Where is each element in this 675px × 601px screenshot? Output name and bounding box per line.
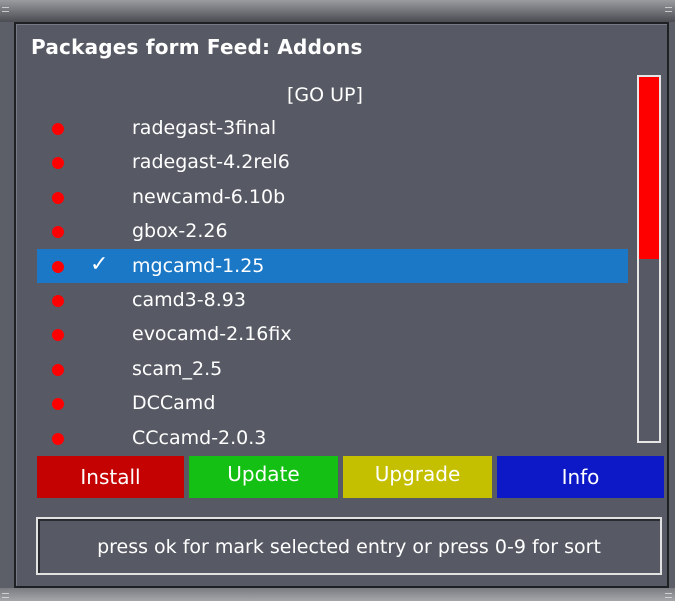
frame-corner-mark bbox=[2, 7, 9, 12]
list-item[interactable]: DCCamd bbox=[37, 386, 628, 420]
go-up-item[interactable]: [GO UP] bbox=[287, 82, 363, 108]
list-item-label: camd3-8.93 bbox=[132, 289, 246, 311]
status-dot-icon bbox=[52, 295, 64, 307]
list-item[interactable]: radegast-4.2rel6 bbox=[37, 145, 628, 179]
list-item-label: gbox-2.26 bbox=[132, 220, 228, 243]
window-bottom-frame bbox=[0, 588, 675, 601]
list-item[interactable]: radegast-3final bbox=[37, 111, 628, 145]
status-dot-icon bbox=[52, 191, 64, 204]
list-item-label: evocamd-2.16fix bbox=[132, 323, 292, 346]
status-dot-icon bbox=[52, 398, 64, 411]
checkmark-icon: ✓ bbox=[90, 251, 109, 277]
scrollbar-thumb[interactable] bbox=[639, 77, 659, 259]
info-button[interactable]: Info bbox=[497, 456, 664, 498]
update-button[interactable]: Update bbox=[189, 456, 338, 498]
list-item[interactable]: camd3-8.93 bbox=[37, 283, 628, 317]
list-item[interactable]: evocamd-2.16fix bbox=[37, 317, 628, 351]
list-item[interactable]: gbox-2.26 bbox=[37, 214, 628, 248]
frame-corner-mark bbox=[665, 7, 672, 12]
list-item-label: DCCamd bbox=[132, 392, 216, 415]
status-dot-icon bbox=[52, 157, 64, 170]
page-title: Packages form Feed: Addons bbox=[31, 35, 363, 59]
upgrade-button[interactable]: Upgrade bbox=[343, 456, 492, 498]
list-item-label: radegast-3final bbox=[132, 117, 277, 139]
status-dot-icon bbox=[52, 123, 64, 135]
list-item[interactable]: newcamd-6.10b bbox=[37, 180, 628, 214]
list-item[interactable]: scam_2.5 bbox=[37, 352, 628, 386]
frame-corner-mark bbox=[2, 593, 9, 598]
list-item[interactable]: CCcamd-2.0.3 bbox=[37, 421, 628, 455]
list-item-label: mgcamd-1.25 bbox=[132, 254, 265, 277]
list-item[interactable]: ✓ mgcamd-1.25 bbox=[37, 248, 628, 283]
list-item-label: newcamd-6.10b bbox=[132, 185, 286, 208]
list-item-label: CCcamd-2.0.3 bbox=[132, 426, 267, 449]
scrollbar[interactable] bbox=[637, 75, 661, 443]
list-item-label: radegast-4.2rel6 bbox=[132, 151, 290, 174]
install-button[interactable]: Install bbox=[37, 456, 184, 498]
status-dot-icon bbox=[52, 226, 64, 239]
frame-corner-mark bbox=[665, 593, 672, 598]
status-dot-icon bbox=[52, 363, 64, 376]
status-dot-icon bbox=[52, 432, 64, 445]
status-box: press ok for mark selected entry or pres… bbox=[36, 517, 662, 575]
list-item-label: scam_2.5 bbox=[132, 357, 223, 380]
status-dot-icon bbox=[52, 329, 64, 342]
window-top-frame bbox=[0, 0, 675, 22]
status-dot-icon bbox=[52, 260, 64, 273]
status-text: press ok for mark selected entry or pres… bbox=[97, 536, 601, 558]
